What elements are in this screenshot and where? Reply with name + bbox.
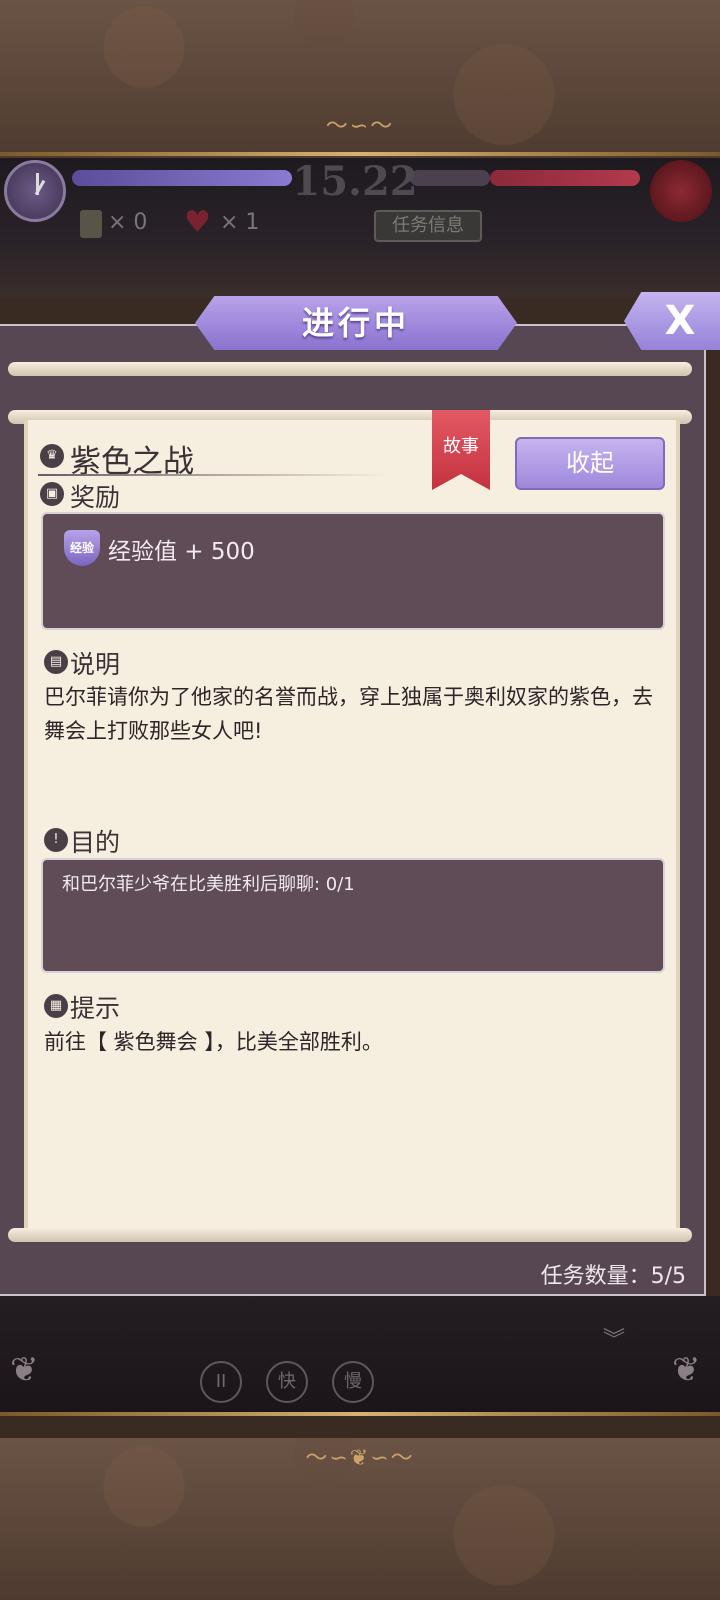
status-banner: 进行中 (195, 296, 517, 350)
player-progress-bar (72, 170, 292, 186)
top-flourish-icon: 〜∽〜 (325, 114, 395, 139)
chevron-down-icon[interactable]: ︾ (603, 1322, 625, 1354)
top-gold-divider (0, 152, 720, 156)
hint-label: 提示 (70, 994, 121, 1023)
top-background: 〜∽〜 (0, 0, 720, 158)
reward-text: 经验值 + 500 (108, 539, 255, 565)
bottom-background: 〜∽❦∽〜 (0, 1438, 720, 1600)
collapse-button[interactable]: 收起 (515, 437, 665, 490)
pause-button[interactable]: II (200, 1361, 242, 1403)
heart-icon: ♥ (184, 205, 211, 240)
scroll-icon (80, 210, 102, 238)
title-underline (38, 474, 388, 476)
close-button[interactable]: X (624, 292, 720, 350)
objective-text: 和巴尔菲少爷在比美胜利后聊聊: 0/1 (62, 874, 355, 895)
scroll-counter: × 0 (108, 210, 148, 235)
book-icon: ▤ (44, 650, 68, 674)
battle-timer: 15.22 (292, 158, 418, 205)
bottom-gold-divider (0, 1412, 720, 1416)
scroll-rod-bottom (8, 1228, 692, 1242)
note-icon: ▦ (44, 994, 68, 1018)
description-text: 巴尔菲请你为了他家的名誉而战，穿上独属于奥利奴家的紫色，去舞会上打败那些女人吧! (44, 685, 653, 743)
opponent-progress-bar (490, 170, 640, 186)
task-info-button[interactable]: 任务信息 (374, 210, 482, 242)
task-count: 任务数量：5/5 (540, 1264, 686, 1289)
experience-badge-icon: 经验 (64, 530, 100, 566)
game-hud: 15.22 × 0 ♥ × 1 任务信息 (0, 158, 720, 298)
reward-icon: ▣ (40, 482, 64, 506)
reward-label: 奖励 (70, 483, 121, 512)
left-ornament-icon: ❦ (10, 1350, 39, 1390)
clock-icon (4, 160, 66, 222)
exclamation-icon: ! (44, 828, 68, 852)
right-ornament-icon: ❦ (672, 1350, 701, 1390)
slow-button[interactable]: 慢 (332, 1361, 374, 1403)
heart-counter: × 1 (220, 210, 260, 235)
fast-button[interactable]: 快 (266, 1361, 308, 1403)
opponent-bar-empty (410, 170, 490, 186)
crown-icon: ♛ (40, 444, 64, 468)
hint-text: 前往【 紫色舞会 】，比美全部胜利。 (44, 1030, 383, 1054)
bottom-flourish-icon: 〜∽❦∽〜 (305, 1446, 415, 1471)
description-label: 说明 (70, 650, 121, 679)
objective-label: 目的 (70, 828, 121, 857)
scroll-rod-top (8, 362, 692, 376)
reward-box (41, 512, 665, 630)
rose-icon (650, 160, 712, 222)
